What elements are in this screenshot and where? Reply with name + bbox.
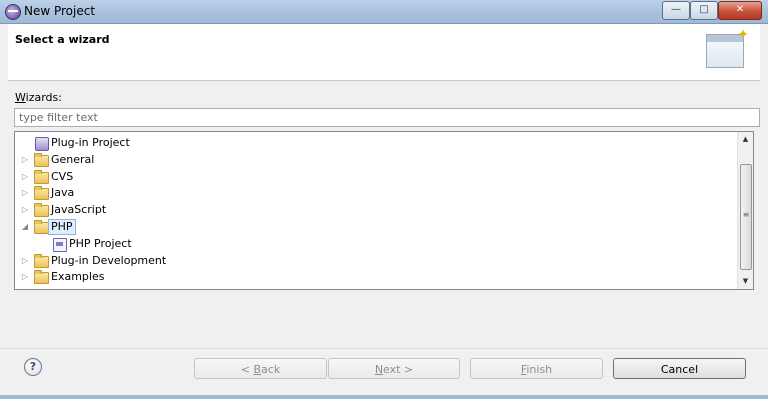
window-bottom-border bbox=[0, 395, 768, 399]
collapsed-twisty-icon[interactable]: ▷ bbox=[21, 202, 29, 218]
tree-item-label: PHP bbox=[48, 219, 76, 235]
tree-item[interactable]: ▷ JavaScript bbox=[15, 202, 735, 218]
tree-item-label: Java bbox=[51, 186, 75, 200]
collapsed-twisty-icon[interactable]: ▷ bbox=[21, 253, 29, 269]
scroll-up-arrow-icon[interactable]: ▲ bbox=[738, 132, 753, 147]
php-project-icon bbox=[53, 237, 67, 252]
close-button[interactable]: ✕ bbox=[718, 1, 762, 20]
maximize-button[interactable]: □ bbox=[690, 1, 718, 20]
back-prefix: < bbox=[240, 363, 254, 376]
next-mnemonic: N bbox=[374, 363, 384, 376]
plugin-project-icon bbox=[35, 137, 49, 151]
filter-input[interactable] bbox=[14, 108, 760, 127]
scroll-grip-icon: ≡ bbox=[742, 210, 750, 219]
tree-item[interactable]: ▷ Examples bbox=[15, 269, 735, 285]
folder-icon bbox=[34, 253, 49, 268]
tree-scrollbar[interactable]: ▲ ≡ ▼ bbox=[737, 132, 753, 289]
finish-button[interactable]: Finish bbox=[470, 358, 603, 379]
tree-item-label: Plug-in Project bbox=[51, 136, 130, 149]
wizard-tree[interactable]: Plug-in Project ▷ General ▷ CVS ▷ Java ▷ JavaScr… bbox=[14, 131, 754, 290]
folder-icon bbox=[34, 203, 49, 218]
eclipse-app-icon bbox=[5, 4, 21, 20]
help-button[interactable]: ? bbox=[24, 358, 42, 376]
scroll-thumb[interactable]: ≡ bbox=[740, 164, 752, 270]
tree-item[interactable]: ◢ PHP bbox=[15, 219, 735, 235]
collapsed-twisty-icon[interactable]: ▷ bbox=[21, 152, 29, 168]
wizards-label-rest: izards: bbox=[25, 91, 62, 104]
tree-item-label: General bbox=[51, 152, 95, 166]
wizard-banner-icon: ✦ bbox=[706, 27, 749, 68]
tree-item-label: Examples bbox=[51, 270, 105, 284]
folder-icon bbox=[34, 169, 49, 184]
next-rest: ext > bbox=[383, 363, 414, 376]
title-bar[interactable]: New Project — □ ✕ bbox=[0, 0, 768, 24]
sparkle-icon: ✦ bbox=[737, 27, 749, 43]
folder-icon bbox=[34, 152, 49, 167]
expanded-twisty-icon[interactable]: ◢ bbox=[21, 219, 29, 235]
tree-item[interactable]: ▷ Plug-in Development bbox=[15, 253, 735, 269]
tree-item[interactable]: ▷ CVS bbox=[15, 169, 735, 185]
tree-item[interactable]: ▷ General bbox=[15, 152, 735, 168]
tree-item[interactable]: PHP Project bbox=[15, 236, 735, 252]
footer-separator bbox=[0, 348, 768, 349]
finish-rest: inish bbox=[526, 363, 553, 376]
tree-item[interactable]: Plug-in Project bbox=[15, 135, 735, 151]
wizards-label-mnemonic: W bbox=[15, 91, 26, 104]
back-button[interactable]: < Back bbox=[194, 358, 327, 379]
folder-icon bbox=[34, 270, 49, 285]
scroll-down-arrow-icon[interactable]: ▼ bbox=[738, 274, 753, 289]
collapsed-twisty-icon[interactable]: ▷ bbox=[21, 169, 29, 185]
folder-icon bbox=[34, 186, 49, 201]
tree-item-label: CVS bbox=[51, 169, 74, 183]
tree-item[interactable]: ▷ Java bbox=[15, 185, 735, 201]
back-rest: ack bbox=[261, 363, 281, 376]
tree-item-label: JavaScript bbox=[51, 203, 107, 217]
collapsed-twisty-icon[interactable]: ▷ bbox=[21, 269, 29, 285]
banner-title: Select a wizard bbox=[15, 33, 110, 46]
next-button[interactable]: Next > bbox=[328, 358, 460, 379]
wizard-banner: Select a wizard ✦ bbox=[8, 24, 760, 81]
wizards-label: Wizards: bbox=[15, 91, 62, 104]
wizard-content: Wizards: Plug-in Project ▷ General ▷ CVS ▷ Jav… bbox=[8, 81, 760, 347]
collapsed-twisty-icon[interactable]: ▷ bbox=[21, 185, 29, 201]
window-controls: — □ ✕ bbox=[662, 1, 762, 20]
minimize-button[interactable]: — bbox=[662, 1, 690, 20]
folder-icon bbox=[34, 220, 49, 234]
tree-item-label: PHP Project bbox=[69, 236, 132, 250]
cancel-button[interactable]: Cancel bbox=[613, 358, 746, 379]
tree-item-label: Plug-in Development bbox=[51, 253, 167, 267]
window-title: New Project bbox=[24, 4, 96, 18]
back-mnemonic: B bbox=[253, 363, 262, 376]
